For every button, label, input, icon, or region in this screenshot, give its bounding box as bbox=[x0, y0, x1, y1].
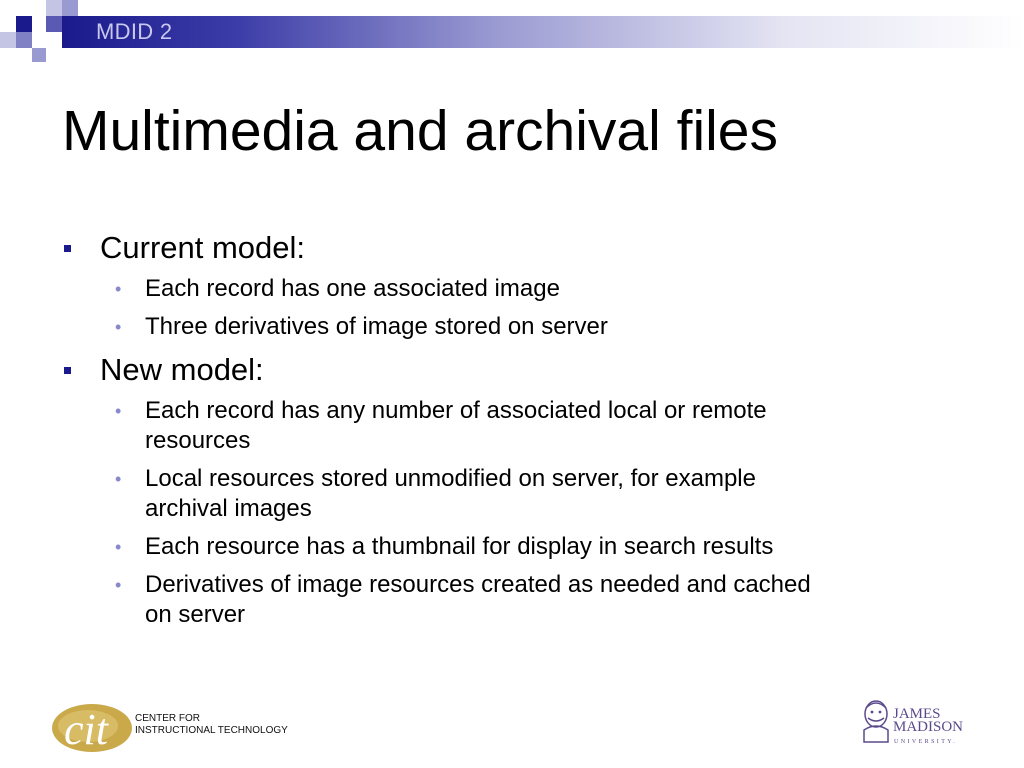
decor-square bbox=[46, 16, 62, 32]
slide-title: Multimedia and archival files bbox=[62, 99, 778, 163]
bullet-heading: New model: bbox=[100, 352, 264, 387]
sub-bullet-text: Three derivatives of image stored on ser… bbox=[145, 313, 608, 340]
dot-bullet-icon: • bbox=[115, 537, 122, 557]
sub-bullet-text: Local resources stored unmodified on ser… bbox=[145, 465, 756, 492]
dot-bullet-icon: • bbox=[115, 401, 122, 421]
cit-line2: INSTRUCTIONAL TECHNOLOGY bbox=[135, 725, 288, 736]
jmu-line2: MADISON bbox=[893, 719, 964, 735]
decor-square bbox=[0, 32, 16, 48]
header-gradient bbox=[62, 16, 1024, 48]
sub-bullet: • Derivatives of image resources created… bbox=[115, 570, 945, 630]
header-label: MDID 2 bbox=[96, 19, 173, 44]
cit-caption: CENTER FOR INSTRUCTIONAL TECHNOLOGY bbox=[135, 713, 288, 737]
jmu-line3: UNIVERSITY. bbox=[894, 739, 958, 745]
bullet-new-model: New model: bbox=[62, 350, 962, 390]
decor-square bbox=[16, 16, 32, 32]
sub-bullet: • Local resources stored unmodified on s… bbox=[115, 464, 945, 524]
sub-bullet-text: Each record has one associated image bbox=[145, 275, 560, 302]
bullet-current-model: Current model: bbox=[62, 228, 962, 268]
sub-bullet-text: Each resource has a thumbnail for displa… bbox=[145, 533, 774, 560]
decor-square bbox=[32, 48, 46, 62]
square-bullet-icon bbox=[64, 245, 71, 252]
cit-logo-text: cit bbox=[64, 705, 110, 754]
sub-bullet-text: Each record has any number of associated… bbox=[145, 397, 767, 424]
cit-line1: CENTER FOR bbox=[135, 713, 200, 724]
square-bullet-icon bbox=[64, 367, 71, 374]
dot-bullet-icon: • bbox=[115, 279, 122, 299]
bullet-heading: Current model: bbox=[100, 230, 306, 265]
sub-bullet-text-cont: resources bbox=[145, 427, 251, 454]
dot-bullet-icon: • bbox=[115, 575, 122, 595]
sub-bullet-text: Derivatives of image resources created a… bbox=[145, 571, 811, 598]
sub-bullet: • Three derivatives of image stored on s… bbox=[115, 312, 945, 342]
decor-square bbox=[62, 0, 78, 16]
decor-square bbox=[16, 32, 32, 48]
dot-bullet-icon: • bbox=[115, 317, 122, 337]
jmu-wordmark: JAMES MADISON bbox=[893, 707, 964, 735]
sub-bullet: • Each resource has a thumbnail for disp… bbox=[115, 532, 945, 562]
decor-square bbox=[46, 0, 62, 16]
slide-content: Current model: • Each record has one ass… bbox=[62, 222, 962, 638]
sub-bullet: • Each record has one associated image bbox=[115, 274, 945, 304]
sub-bullet-text-cont: archival images bbox=[145, 495, 312, 522]
sub-bullet: • Each record has any number of associat… bbox=[115, 396, 945, 456]
header-bar: MDID 2 bbox=[0, 0, 1024, 64]
sub-bullet-text-cont: on server bbox=[145, 601, 246, 628]
dot-bullet-icon: • bbox=[115, 469, 122, 489]
